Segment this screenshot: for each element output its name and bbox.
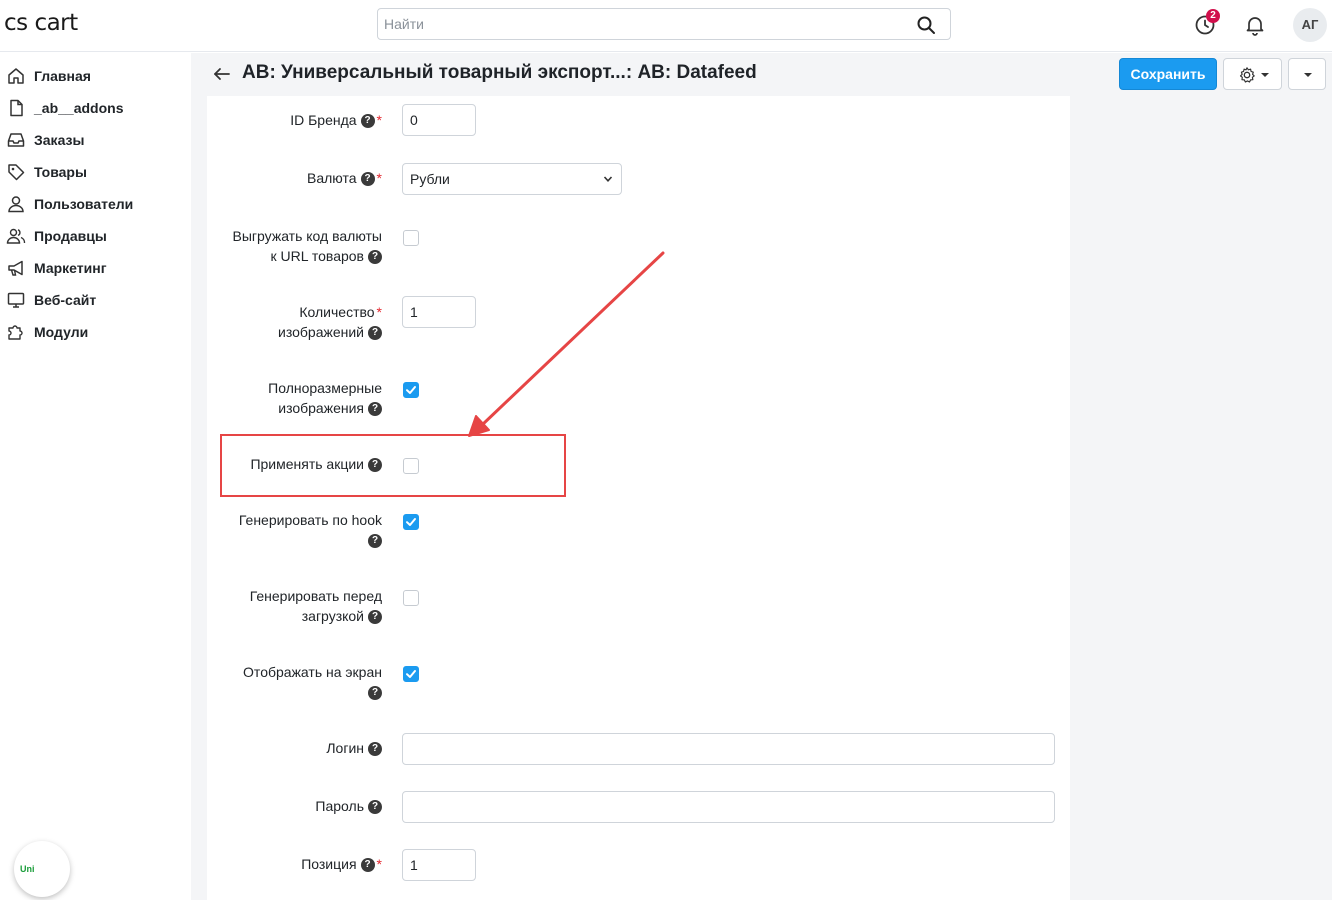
sidebar-item-home[interactable]: Главная [6,64,186,88]
chevron-down-icon [603,176,613,182]
login-label: Логин? [326,738,382,758]
help-icon[interactable]: ? [368,402,382,417]
full-size-images-label: Полноразмерные изображения? [268,380,382,417]
sidebar-item-label: Веб-сайт [34,292,97,308]
currency-select-value: Рубли [410,171,450,187]
back-arrow-icon[interactable] [212,64,232,84]
required-mark: * [376,304,382,320]
help-icon[interactable]: ? [368,534,382,549]
search-icon[interactable] [916,15,936,35]
export-currency-code-checkbox[interactable] [403,230,419,246]
help-icon[interactable]: ? [360,172,375,187]
currency-select[interactable]: Рубли [402,163,622,195]
required-mark: * [376,112,382,128]
sidebar-item-addons[interactable]: _ab__addons [6,96,186,120]
check-icon [406,386,416,394]
save-button[interactable]: Сохранить [1119,58,1217,90]
puzzle-icon [8,325,23,340]
currency-label: Валюта? * [307,170,382,187]
sidebar-item-users[interactable]: Пользователи [6,192,186,216]
sidebar-item-label: Главная [34,68,91,84]
gear-icon [1239,67,1255,83]
sidebar-item-label: Заказы [34,132,85,148]
generate-by-hook-checkbox[interactable] [403,514,419,530]
sidebar-item-label: Модули [34,324,89,340]
check-icon [406,670,416,678]
inbox-icon [7,133,25,147]
more-actions-button[interactable] [1288,58,1326,90]
login-input[interactable] [402,733,1055,765]
check-icon [406,518,416,526]
sidebar-item-vendors[interactable]: Продавцы [6,224,186,248]
help-icon[interactable]: ? [368,610,382,625]
sidebar-item-marketing[interactable]: Маркетинг [6,256,186,280]
help-icon[interactable]: ? [368,326,382,341]
top-bar: cs cart 2 АГ [0,0,1332,52]
help-icon[interactable]: ? [360,858,375,873]
sidebar: Главная _ab__addons Заказы Товары Пользо… [0,53,191,900]
help-icon[interactable]: ? [368,800,382,815]
cs-cart-logo[interactable]: cs cart [4,10,78,36]
form-panel [207,96,1070,900]
sidebar-item-modules[interactable]: Модули [6,320,186,344]
full-size-images-checkbox[interactable] [403,382,419,398]
file-icon [10,99,23,117]
images-count-input[interactable] [402,296,476,328]
monitor-icon [7,292,25,308]
password-input[interactable] [402,791,1055,823]
highlight-box [220,434,566,497]
help-icon[interactable]: ? [360,114,375,129]
generate-before-download-checkbox[interactable] [403,590,419,606]
chevron-down-icon [1304,73,1312,77]
sidebar-item-label: Пользователи [34,196,134,212]
sidebar-item-label: Товары [34,164,87,180]
sidebar-item-orders[interactable]: Заказы [6,128,186,152]
uni-chat-widget[interactable]: Uni [14,841,70,897]
home-icon [8,68,24,84]
required-mark: * [376,856,382,872]
sidebar-item-products[interactable]: Товары [6,160,186,184]
chevron-down-icon [1261,73,1269,77]
generate-before-download-label: Генерировать перед загрузкой? [249,588,382,625]
search-input[interactable] [378,9,908,39]
sidebar-item-website[interactable]: Веб-сайт [6,288,186,312]
user-icon [8,196,24,213]
users-icon [6,228,26,244]
settings-dropdown-button[interactable] [1223,58,1282,90]
notification-badge: 2 [1206,9,1220,23]
required-mark: * [376,170,382,186]
password-label: Пароль? [315,796,382,816]
generate-by-hook-label: Генерировать по hook ? [238,512,382,549]
help-icon[interactable]: ? [368,250,382,265]
help-icon[interactable]: ? [368,686,382,701]
display-on-screen-label: Отображать на экран ? [243,664,382,701]
search-box [377,8,951,40]
position-label: Позиция? * [301,856,382,873]
help-icon[interactable]: ? [368,742,382,757]
page-title: AB: Универсальный товарный экспорт...: A… [242,62,757,83]
export-currency-code-label: Выгружать код валюты к URL товаров? [232,228,382,265]
megaphone-icon [8,260,23,276]
sidebar-item-label: Маркетинг [34,260,107,276]
display-on-screen-checkbox[interactable] [403,666,419,682]
avatar[interactable]: АГ [1293,8,1327,42]
sidebar-item-label: _ab__addons [34,100,124,116]
bell-icon[interactable] [1243,13,1267,37]
tag-icon [8,164,25,181]
sidebar-item-label: Продавцы [34,228,107,244]
images-count-label: Количество * изображений? [278,304,382,341]
brand-id-input[interactable] [402,104,476,136]
brand-id-label: ID Бренда? * [290,112,382,129]
position-input[interactable] [402,849,476,881]
